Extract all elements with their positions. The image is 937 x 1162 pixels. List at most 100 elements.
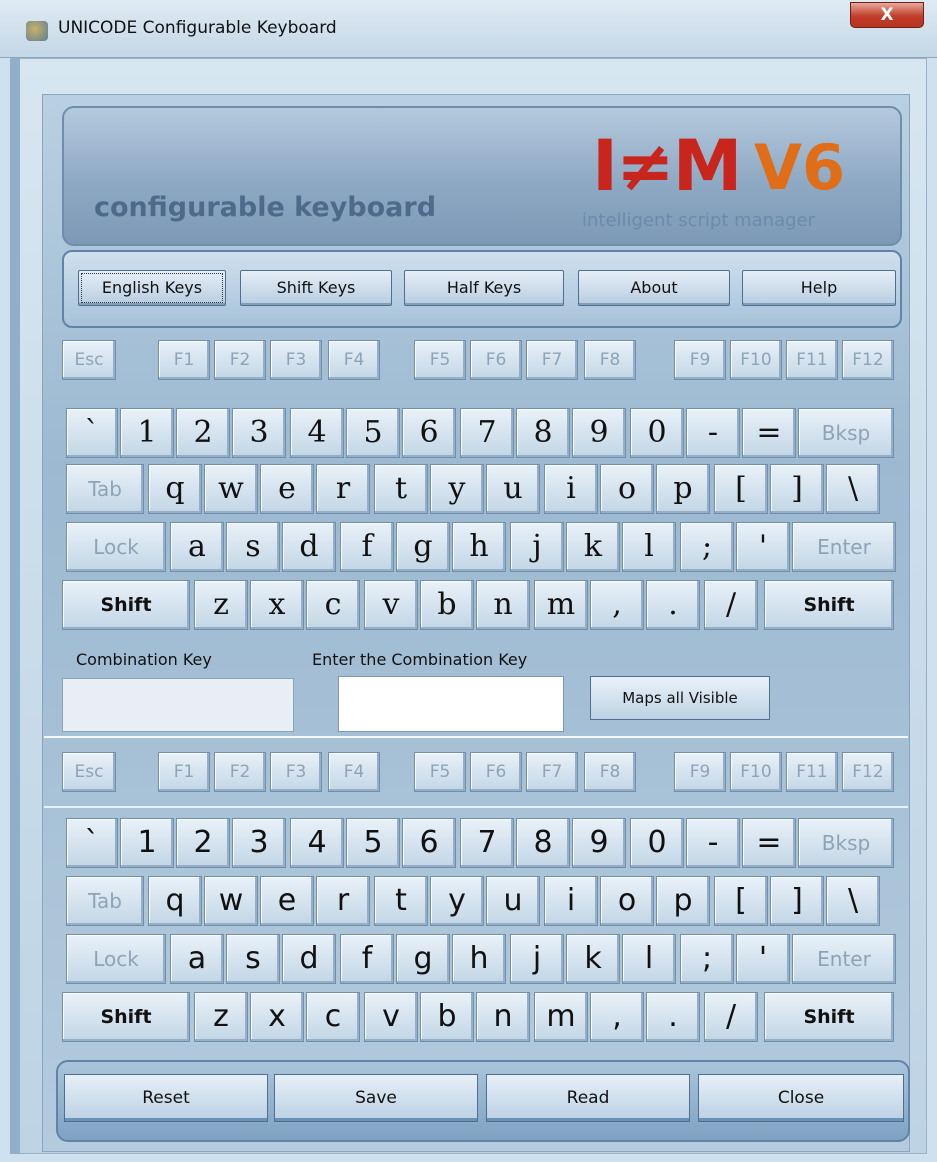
key-shift[interactable]: Shift [62,992,190,1042]
key-f12[interactable]: F12 [842,752,894,792]
key-e[interactable]: e [260,876,314,926]
key-k[interactable]: k [566,522,620,572]
key-3[interactable]: 3 [232,818,286,868]
reset-button[interactable]: Reset [64,1074,268,1122]
key-esc[interactable]: Esc [62,752,116,792]
key-1[interactable]: 1 [120,408,174,458]
key-t[interactable]: t [374,876,428,926]
key-f11[interactable]: F11 [786,752,838,792]
key-f1[interactable]: F1 [158,752,210,792]
key-f2[interactable]: F2 [214,752,266,792]
key-f9[interactable]: F9 [674,752,726,792]
save-button[interactable]: Save [274,1074,478,1122]
key-g[interactable]: g [396,522,450,572]
key-5[interactable]: 5 [346,408,400,458]
key-enter[interactable]: Enter [792,934,896,984]
key-c[interactable]: c [306,992,360,1042]
key-g[interactable]: g [396,934,450,984]
key-o[interactable]: o [600,464,654,514]
key-backtick[interactable]: ` [66,408,118,458]
key-k[interactable]: k [566,934,620,984]
key-f8[interactable]: F8 [584,752,636,792]
key-o[interactable]: o [600,876,654,926]
key-semicolon[interactable]: ; [680,522,734,572]
key-m[interactable]: m [534,580,588,630]
key-tab[interactable]: Tab [66,876,144,926]
key-right-bracket[interactable]: ] [770,464,824,514]
key-x[interactable]: x [250,580,304,630]
key-bksp[interactable]: Bksp [798,408,894,458]
key-backslash[interactable]: \ [826,464,880,514]
key-f8[interactable]: F8 [584,340,636,380]
key-f[interactable]: f [340,934,394,984]
key-period[interactable]: . [646,992,700,1042]
key-f12[interactable]: F12 [842,340,894,380]
key-d[interactable]: d [282,934,336,984]
key-j[interactable]: j [510,522,564,572]
key-esc[interactable]: Esc [62,340,116,380]
key-e[interactable]: e [260,464,314,514]
key-left-bracket[interactable]: [ [714,464,768,514]
key-backslash[interactable]: \ [826,876,880,926]
key-6[interactable]: 6 [402,408,456,458]
key-f10[interactable]: F10 [730,752,782,792]
key-j[interactable]: j [510,934,564,984]
key-n[interactable]: n [476,580,530,630]
key-7[interactable]: 7 [460,408,514,458]
key-6[interactable]: 6 [402,818,456,868]
key-comma[interactable]: , [590,580,644,630]
key-f2[interactable]: F2 [214,340,266,380]
key-tab[interactable]: Tab [66,464,144,514]
key-f[interactable]: f [340,522,394,572]
key-t[interactable]: t [374,464,428,514]
key-0[interactable]: 0 [630,408,684,458]
key-i[interactable]: i [544,876,598,926]
key-semicolon[interactable]: ; [680,934,734,984]
key-equals[interactable]: = [742,818,796,868]
key-f3[interactable]: F3 [270,752,322,792]
key-bksp[interactable]: Bksp [798,818,894,868]
key-backtick[interactable]: ` [66,818,118,868]
key-h[interactable]: h [452,522,506,572]
key-lock[interactable]: Lock [66,934,166,984]
key-p[interactable]: p [656,464,710,514]
key-quote[interactable]: ' [736,522,790,572]
key-shift[interactable]: Shift [764,992,894,1042]
half-keys-button[interactable]: Half Keys [404,270,564,306]
key-f9[interactable]: F9 [674,340,726,380]
key-f7[interactable]: F7 [526,752,578,792]
key-w[interactable]: w [204,464,258,514]
key-w[interactable]: w [204,876,258,926]
key-a[interactable]: a [170,934,224,984]
key-f10[interactable]: F10 [730,340,782,380]
key-u[interactable]: u [486,876,540,926]
key-3[interactable]: 3 [232,408,286,458]
key-d[interactable]: d [282,522,336,572]
key-slash[interactable]: / [704,580,758,630]
key-i[interactable]: i [544,464,598,514]
key-x[interactable]: x [250,992,304,1042]
key-shift[interactable]: Shift [62,580,190,630]
key-f6[interactable]: F6 [470,752,522,792]
key-z[interactable]: z [194,580,248,630]
key-b[interactable]: b [420,992,474,1042]
key-c[interactable]: c [306,580,360,630]
key-f1[interactable]: F1 [158,340,210,380]
key-9[interactable]: 9 [572,408,626,458]
key-h[interactable]: h [452,934,506,984]
close-button[interactable]: Close [698,1074,904,1122]
key-q[interactable]: q [148,876,202,926]
key-m[interactable]: m [534,992,588,1042]
key-q[interactable]: q [148,464,202,514]
key-r[interactable]: r [316,876,370,926]
key-n[interactable]: n [476,992,530,1042]
key-2[interactable]: 2 [176,818,230,868]
key-p[interactable]: p [656,876,710,926]
key-v[interactable]: v [364,992,418,1042]
maps-all-visible-button[interactable]: Maps all Visible [590,676,770,720]
key-r[interactable]: r [316,464,370,514]
key-s[interactable]: s [226,522,280,572]
key-minus[interactable]: - [686,408,740,458]
key-left-bracket[interactable]: [ [714,876,768,926]
shift-keys-button[interactable]: Shift Keys [240,270,392,306]
